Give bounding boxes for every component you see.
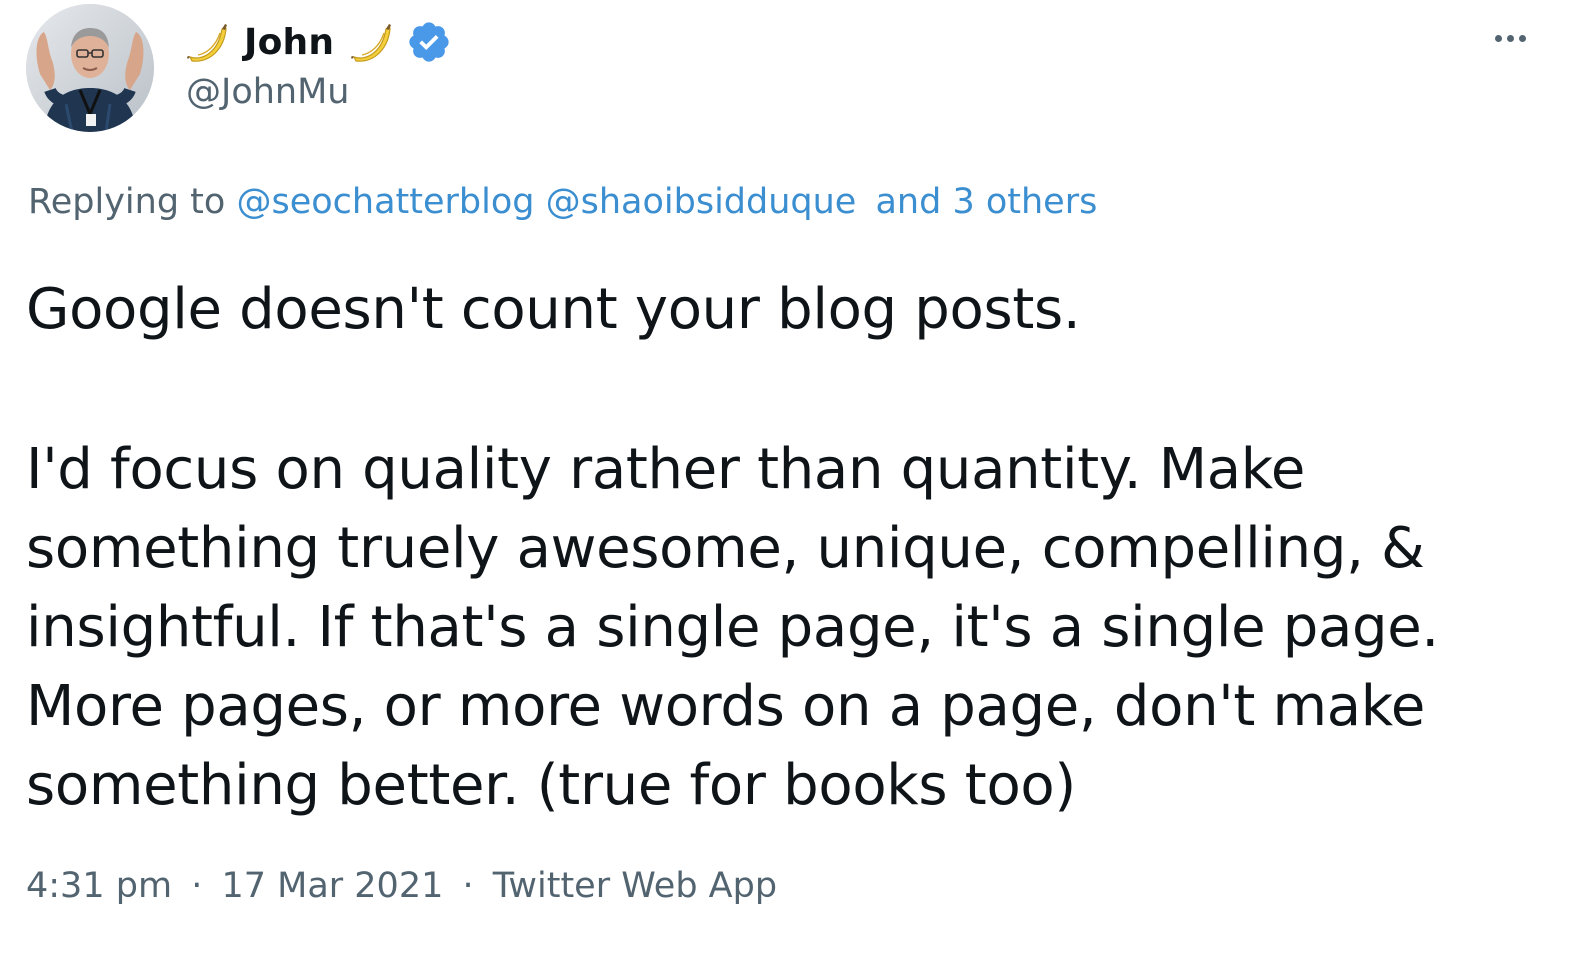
meta-separator: ·	[191, 866, 203, 906]
tweet-line: something better. (true for books too)	[26, 753, 1076, 818]
avatar[interactable]	[26, 4, 154, 132]
avatar-photo	[26, 4, 154, 132]
more-options-icon[interactable]	[1488, 18, 1532, 58]
dot	[1518, 34, 1526, 42]
tweet-meta: 4:31 pm · 17 Mar 2021 · Twitter Web App	[26, 866, 777, 906]
tweet-line: More pages, or more words on a page, don…	[26, 674, 1426, 739]
banana-icon	[184, 19, 230, 65]
tweet-line: I'd focus on quality rather than quantit…	[26, 437, 1306, 502]
tweet-line: insightful. If that's a single page, it'…	[26, 595, 1439, 660]
author-handle[interactable]: @JohnMu	[186, 72, 349, 112]
replying-prefix: Replying to	[28, 182, 226, 222]
tweet-time[interactable]: 4:31 pm	[26, 866, 172, 906]
dot	[1494, 34, 1502, 42]
reply-mention-seochatterblog[interactable]: @seochatterblog	[236, 182, 534, 222]
author-name-row[interactable]: John	[184, 14, 452, 70]
reply-mention-others[interactable]: and 3 others	[875, 182, 1097, 222]
banana-icon	[348, 19, 394, 65]
dot	[1506, 34, 1514, 42]
tweet-date[interactable]: 17 Mar 2021	[221, 866, 443, 906]
reply-mention-shaoibsidduque[interactable]: @shaoibsidduque	[546, 182, 857, 222]
tweet-text: Google doesn't count your blog posts. I'…	[26, 270, 1486, 825]
tweet-source[interactable]: Twitter Web App	[493, 866, 777, 906]
author-name: John	[244, 21, 335, 63]
replying-to-line: Replying to @seochatterblog @shaoibsiddu…	[28, 182, 1097, 222]
tweet-line: something truely awesome, unique, compel…	[26, 516, 1425, 581]
tweet-line: Google doesn't count your blog posts.	[26, 277, 1081, 342]
verified-badge-icon	[406, 19, 452, 65]
tweet-card: John @JohnMu Replying to @seochatterblog…	[0, 0, 1588, 956]
meta-separator: ·	[462, 866, 474, 906]
